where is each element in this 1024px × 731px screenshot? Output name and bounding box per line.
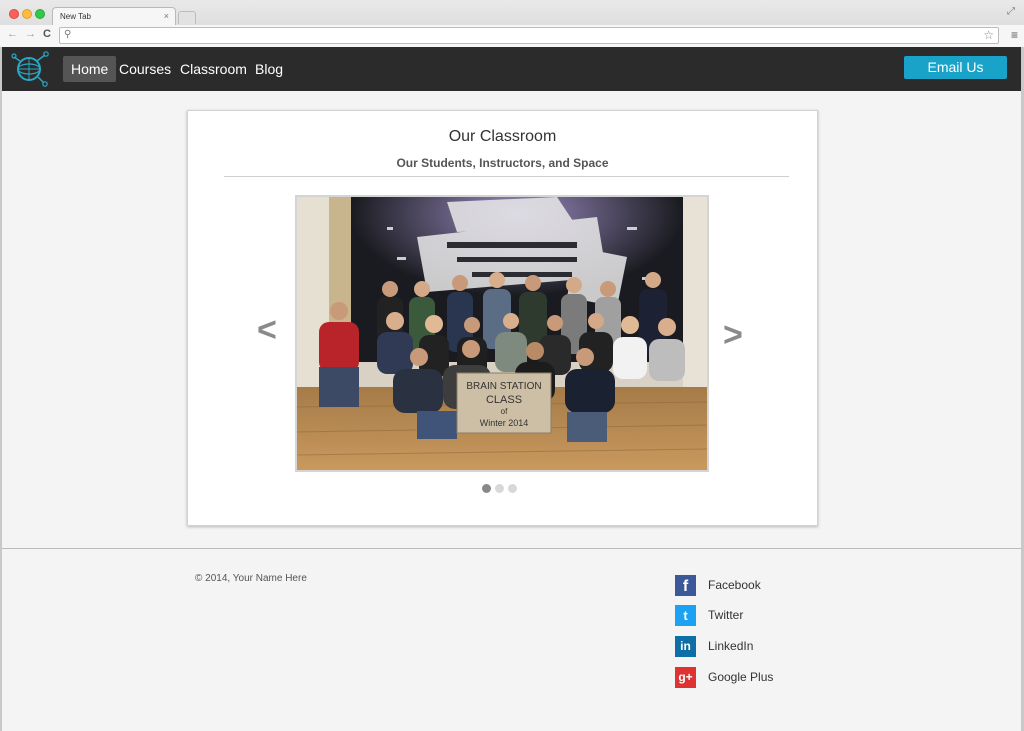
sign-line-2: CLASS bbox=[486, 394, 522, 406]
email-us-button[interactable]: Email Us bbox=[904, 56, 1007, 79]
classroom-group-photo: BRAIN STATION CLASS of Winter 2014 bbox=[297, 197, 707, 470]
facebook-icon[interactable]: f bbox=[675, 575, 696, 596]
sign-line-3: of bbox=[501, 407, 508, 416]
logo-icon[interactable] bbox=[11, 51, 49, 87]
sign-line-1: BRAIN STATION bbox=[466, 381, 541, 392]
carousel-next-button[interactable]: > bbox=[723, 316, 743, 355]
facebook-link[interactable]: Facebook bbox=[708, 578, 761, 592]
search-icon: ⚲ bbox=[64, 29, 72, 40]
divider bbox=[224, 176, 789, 177]
browser-tab[interactable]: New Tab × bbox=[52, 7, 176, 25]
browser-toolbar: ← → C ⚲ ☆ ≡ bbox=[0, 25, 1024, 47]
site-navbar: Home Courses Classroom Blog Email Us bbox=[2, 47, 1021, 91]
page-subtitle: Our Students, Instructors, and Space bbox=[396, 156, 609, 170]
google-plus-link[interactable]: Google Plus bbox=[708, 670, 773, 684]
browser-chrome: New Tab × ⤢ ← → C ⚲ ☆ ≡ bbox=[0, 0, 1024, 47]
nav-courses[interactable]: Courses bbox=[111, 56, 179, 82]
sign-line-4: Winter 2014 bbox=[480, 418, 529, 428]
minimize-window-button[interactable] bbox=[22, 9, 32, 19]
address-bar[interactable]: ⚲ ☆ bbox=[59, 27, 999, 44]
forward-icon[interactable]: → bbox=[25, 28, 36, 40]
classroom-card: Our Classroom Our Students, Instructors,… bbox=[187, 110, 818, 526]
google-plus-icon[interactable]: g+ bbox=[675, 667, 696, 688]
page-title: Our Classroom bbox=[448, 128, 557, 145]
footer-divider bbox=[2, 548, 1021, 549]
carousel-dot-3[interactable] bbox=[508, 484, 517, 493]
carousel-image: BRAIN STATION CLASS of Winter 2014 bbox=[295, 195, 709, 472]
zoom-window-button[interactable] bbox=[35, 9, 45, 19]
carousel-dot-1[interactable] bbox=[482, 484, 491, 493]
menu-icon[interactable]: ≡ bbox=[1011, 28, 1018, 42]
reload-icon[interactable]: C bbox=[43, 28, 51, 40]
linkedin-link[interactable]: LinkedIn bbox=[708, 639, 753, 653]
nav-home[interactable]: Home bbox=[63, 56, 117, 82]
close-window-button[interactable] bbox=[9, 9, 19, 19]
twitter-icon[interactable]: t bbox=[675, 605, 696, 626]
window-border-left bbox=[0, 47, 2, 731]
tab-title: New Tab bbox=[60, 12, 91, 21]
new-tab-button[interactable] bbox=[178, 11, 196, 24]
tab-close-icon[interactable]: × bbox=[164, 11, 169, 21]
copyright-text: © 2014, Your Name Here bbox=[195, 573, 307, 584]
carousel-prev-button[interactable]: < bbox=[257, 311, 277, 350]
nav-classroom[interactable]: Classroom bbox=[172, 56, 255, 82]
carousel-dot-2[interactable] bbox=[495, 484, 504, 493]
back-icon[interactable]: ← bbox=[7, 28, 18, 40]
fullscreen-icon[interactable]: ⤢ bbox=[1007, 6, 1015, 17]
bookmark-star-icon[interactable]: ☆ bbox=[983, 28, 994, 42]
linkedin-icon[interactable]: in bbox=[675, 636, 696, 657]
nav-blog[interactable]: Blog bbox=[247, 56, 291, 82]
twitter-link[interactable]: Twitter bbox=[708, 608, 743, 622]
